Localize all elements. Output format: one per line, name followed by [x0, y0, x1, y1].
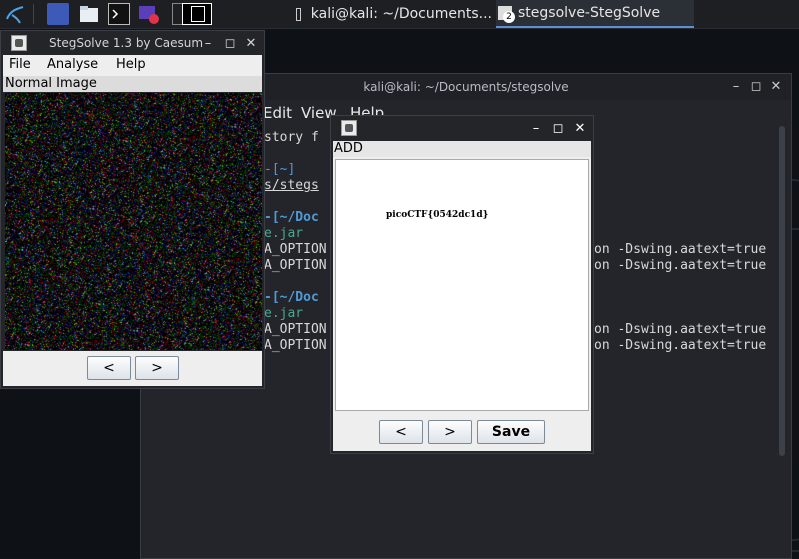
terminal-line-tail: on -Dswing.aatext=true	[594, 258, 767, 273]
stegsolve-title: StegSolve 1.3 by Caesum	[49, 36, 204, 50]
menu-analyse[interactable]: Analyse	[47, 57, 98, 72]
terminal-task-icon	[296, 7, 301, 21]
task-label: kali@kali: ~/Documents...	[310, 6, 492, 22]
dialog-image-area: picoCTF{0542dc1d}	[333, 157, 591, 414]
terminal-line: story f	[264, 130, 319, 145]
workspace-2-icon[interactable]	[182, 3, 212, 25]
top-panel: kali@kali: ~/Documents... 2 stegsolve-St…	[0, 0, 799, 29]
stegsolve-button-bar: < >	[3, 351, 262, 386]
terminal-line: -[~/Doc	[264, 290, 319, 305]
terminal-line: -[~/Doc	[264, 210, 319, 225]
previous-mode-button[interactable]: <	[379, 420, 423, 444]
menu-help[interactable]: Help	[116, 57, 146, 72]
previous-plane-button[interactable]: <	[87, 356, 131, 380]
close-icon[interactable]: ✕	[573, 116, 587, 140]
maximize-icon[interactable]: ◻	[223, 31, 237, 55]
combined-image: picoCTF{0542dc1d}	[335, 159, 589, 411]
kali-menu-icon[interactable]	[4, 3, 26, 25]
task-terminal[interactable]: kali@kali: ~/Documents...	[296, 0, 492, 28]
next-plane-button[interactable]: >	[135, 356, 179, 380]
save-button[interactable]: Save	[477, 420, 545, 444]
show-desktop-icon[interactable]	[47, 3, 69, 25]
terminal-icon[interactable]	[108, 3, 130, 25]
image-combiner-dialog: – ◻ ✕ ADD picoCTF{0542dc1d} < > Save	[330, 115, 594, 454]
java-task-icon: 2	[498, 6, 515, 23]
dialog-titlebar[interactable]: – ◻ ✕	[331, 116, 593, 140]
terminal-line: A_OPTION	[264, 258, 327, 273]
minimize-icon[interactable]: –	[729, 74, 743, 100]
terminal-line: s/stegs	[264, 178, 319, 193]
menu-file[interactable]: File	[9, 57, 31, 72]
close-icon[interactable]: ✕	[769, 74, 783, 100]
panel-separator	[33, 4, 34, 24]
terminal-line-tail: on -Dswing.aatext=true	[594, 338, 767, 353]
next-mode-button[interactable]: >	[428, 420, 472, 444]
menu-edit[interactable]: Edit	[263, 104, 292, 122]
terminal-line: A_OPTION	[264, 322, 327, 337]
terminal-title: kali@kali: ~/Documents/stegsolve	[363, 80, 569, 94]
stegsolve-menubar: File Analyse Help	[3, 55, 262, 76]
terminal-line: A_OPTION	[264, 338, 327, 353]
task-stegsolve[interactable]: 2 stegsolve-StegSolve	[496, 0, 694, 28]
terminal-line: e.jar	[264, 306, 304, 321]
view-mode-label: Normal Image	[3, 76, 262, 92]
minimize-icon[interactable]: –	[201, 31, 215, 55]
stegsolve-window: StegSolve 1.3 by Caesum – ◻ ✕ File Analy…	[0, 30, 265, 389]
stegsolve-titlebar[interactable]: StegSolve 1.3 by Caesum – ◻ ✕	[1, 31, 264, 55]
java-app-icon	[341, 120, 357, 136]
terminal-line: -[~]	[264, 162, 296, 177]
file-manager-icon[interactable]	[78, 3, 100, 25]
dialog-button-bar: < > Save	[333, 414, 591, 451]
noise-image	[5, 93, 262, 350]
task-count-badge: 2	[503, 11, 515, 23]
java-app-icon	[11, 35, 27, 51]
terminal-scrollbar[interactable]	[779, 126, 785, 456]
terminal-line: e.jar	[264, 226, 304, 241]
close-icon[interactable]: ✕	[244, 31, 258, 55]
combine-mode-label: ADD	[333, 141, 591, 157]
terminal-line-tail: on -Dswing.aatext=true	[594, 242, 767, 257]
minimize-icon[interactable]: –	[529, 116, 543, 140]
maximize-icon[interactable]: ◻	[749, 74, 763, 100]
terminal-line: A_OPTION	[264, 242, 327, 257]
maximize-icon[interactable]: ◻	[551, 116, 565, 140]
screen-recorder-icon[interactable]	[138, 3, 160, 25]
flag-text: picoCTF{0542dc1d}	[386, 210, 489, 220]
terminal-line-tail: on -Dswing.aatext=true	[594, 322, 767, 337]
task-label: stegsolve-StegSolve	[518, 5, 661, 21]
